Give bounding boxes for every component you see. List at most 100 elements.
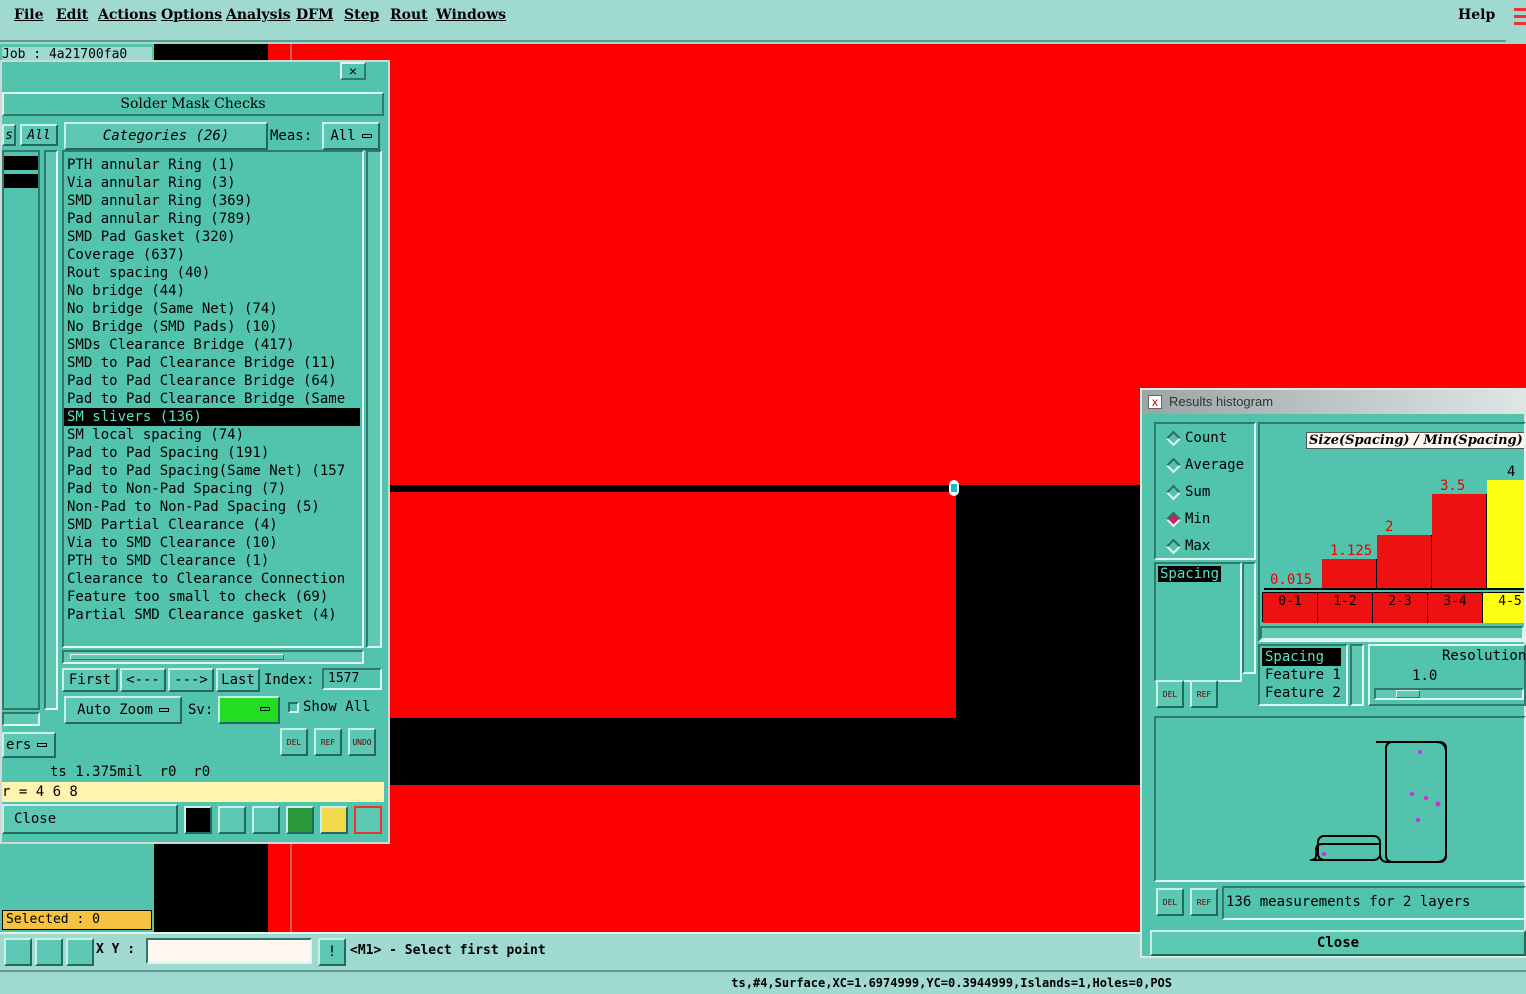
next-button[interactable]: ---> (168, 668, 214, 692)
category-item[interactable]: Pad to Pad Clearance Bridge (Same (64, 390, 360, 408)
layers-dropdown[interactable]: ers (2, 732, 56, 758)
category-item[interactable]: Pad to Pad Clearance Bridge (64) (64, 372, 360, 390)
close-x-button[interactable]: × (340, 62, 366, 80)
index-field[interactable]: 1577 (322, 668, 382, 690)
menu-corner-icon[interactable] (1508, 0, 1526, 42)
menu-windows[interactable]: Windows (436, 7, 506, 23)
meas-dropdown[interactable]: All (322, 122, 380, 150)
feature-list-item[interactable]: Spacing (1262, 648, 1341, 666)
histogram-close-button[interactable]: Close (1150, 930, 1526, 956)
close-button[interactable]: Close (2, 804, 178, 834)
category-item[interactable]: SMDs Clearance Bridge (417) (64, 336, 360, 354)
bin-label[interactable]: 4-5 (1483, 593, 1524, 623)
hist-ref-button[interactable]: REF (1190, 680, 1218, 708)
category-item[interactable]: Non-Pad to Non-Pad Spacing (5) (64, 498, 360, 516)
menu-actions[interactable]: Actions (98, 7, 157, 23)
report-icon[interactable] (184, 806, 212, 834)
layers-scrollbar[interactable] (44, 150, 58, 710)
window-icon[interactable]: x (1148, 395, 1162, 409)
menu-dfm[interactable]: DFM (296, 7, 334, 23)
preview-ref-button[interactable]: REF (1190, 888, 1218, 916)
layers-s-button[interactable]: s (2, 124, 16, 146)
layers-list[interactable] (2, 150, 40, 710)
bin-label[interactable]: 0-1 (1263, 593, 1318, 623)
no-ref-icon[interactable] (252, 806, 280, 834)
category-item[interactable]: Coverage (637) (64, 246, 360, 264)
show-all-checkbox[interactable] (288, 702, 299, 713)
category-item[interactable]: No bridge (44) (64, 282, 360, 300)
layers-hscrollbar[interactable] (2, 712, 40, 726)
histogram-bar[interactable] (1487, 480, 1524, 588)
category-item[interactable]: No bridge (Same Net) (74) (64, 300, 360, 318)
category-item[interactable]: Partial SMD Clearance gasket (4) (64, 606, 360, 624)
grid-icon[interactable] (66, 938, 94, 966)
last-button[interactable]: Last (216, 668, 260, 692)
alert-icon[interactable]: ! (318, 938, 346, 966)
resolution-slider[interactable] (1374, 688, 1524, 700)
preview-del-button[interactable]: DEL (1156, 888, 1184, 916)
all-layers-button[interactable]: All (20, 124, 58, 146)
category-item[interactable]: Via annular Ring (3) (64, 174, 360, 192)
histogram-bar[interactable] (1377, 535, 1432, 588)
category-item[interactable]: Pad annular Ring (789) (64, 210, 360, 228)
del-button[interactable]: DEL (280, 728, 308, 756)
radio-count[interactable]: Count (1165, 430, 1227, 446)
category-item[interactable]: No Bridge (SMD Pads) (10) (64, 318, 360, 336)
category-item[interactable]: SMD Partial Clearance (4) (64, 516, 360, 534)
severity-dropdown[interactable] (218, 696, 280, 724)
categories-list[interactable]: PTH annular Ring (1) Via annular Ring (3)… (64, 156, 360, 624)
zoom-fit-icon[interactable] (4, 938, 32, 966)
field-list-scrollbar[interactable] (1242, 562, 1256, 674)
feature-list-item[interactable]: Feature 1 (1262, 666, 1341, 684)
menu-help[interactable]: Help (1458, 7, 1495, 23)
ref-button[interactable]: REF (314, 728, 342, 756)
xy-input[interactable] (146, 938, 312, 964)
feature-list[interactable]: Spacing Feature 1 Feature 2 (1258, 644, 1348, 706)
category-item[interactable]: Feature too small to check (69) (64, 588, 360, 606)
measure-icon[interactable] (35, 938, 63, 966)
radio-average[interactable]: Average (1165, 457, 1244, 473)
layers-list-row[interactable] (4, 156, 38, 170)
category-item[interactable]: SMD Pad Gasket (320) (64, 228, 360, 246)
numbers-icon[interactable] (286, 806, 314, 834)
histogram-bar[interactable] (1322, 559, 1377, 588)
category-item[interactable]: Pad to Non-Pad Spacing (7) (64, 480, 360, 498)
field-list-item[interactable]: Spacing (1158, 566, 1222, 582)
hscroll-thumb[interactable] (70, 654, 284, 660)
radio-max[interactable]: Max (1165, 538, 1210, 554)
bin-label[interactable]: 3-4 (1428, 593, 1483, 623)
category-item[interactable]: SM slivers (136) (64, 408, 360, 426)
first-button[interactable]: First (62, 668, 118, 692)
bin-label[interactable]: 1-2 (1318, 593, 1373, 623)
category-item[interactable]: SM local spacing (74) (64, 426, 360, 444)
category-item[interactable]: Pad to Pad Spacing(Same Net) (157 (64, 462, 360, 480)
category-item[interactable]: Clearance to Clearance Connection (64, 570, 360, 588)
categories-scrollbar[interactable] (366, 150, 382, 648)
category-item[interactable]: PTH to SMD Clearance (1) (64, 552, 360, 570)
field-list[interactable]: Spacing (1154, 562, 1242, 682)
list-icon[interactable] (320, 806, 348, 834)
hist-del-button[interactable]: DEL (1156, 680, 1184, 708)
undo-button[interactable]: UNDO (348, 728, 376, 756)
menu-options[interactable]: Options (161, 7, 222, 23)
view-icon[interactable] (218, 806, 246, 834)
feature-list-item[interactable]: Feature 2 (1262, 684, 1341, 702)
chart-hscrollbar[interactable] (1260, 626, 1524, 640)
category-item[interactable]: Rout spacing (40) (64, 264, 360, 282)
resolution-slider-thumb[interactable] (1396, 690, 1420, 698)
category-item[interactable]: Via to SMD Clearance (10) (64, 534, 360, 552)
menu-step[interactable]: Step (344, 7, 379, 23)
radio-min[interactable]: Min (1165, 511, 1210, 527)
menu-file[interactable]: File (14, 7, 43, 23)
categories-hscrollbar[interactable] (62, 650, 364, 664)
auto-zoom-dropdown[interactable]: Auto Zoom (64, 696, 182, 724)
menu-rout[interactable]: Rout (390, 7, 428, 23)
category-item[interactable]: SMD annular Ring (369) (64, 192, 360, 210)
feature-list-scrollbar[interactable] (1350, 644, 1364, 706)
category-item[interactable]: Pad to Pad Spacing (191) (64, 444, 360, 462)
radio-sum[interactable]: Sum (1165, 484, 1210, 500)
bin-label[interactable]: 2-3 (1373, 593, 1428, 623)
categories-button[interactable]: Categories (26) (64, 122, 268, 150)
layers-list-row[interactable] (4, 174, 38, 188)
menu-analysis[interactable]: Analysis (226, 7, 291, 23)
